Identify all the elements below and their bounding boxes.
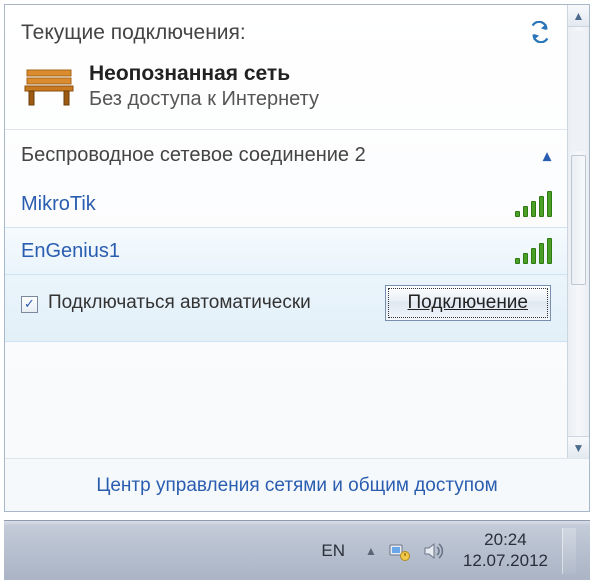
bench-icon bbox=[21, 64, 77, 108]
current-connection-block: Неопознанная сеть Без доступа к Интернет… bbox=[5, 54, 567, 129]
tray-overflow-icon[interactable]: ▲ bbox=[365, 544, 377, 558]
refresh-icon[interactable] bbox=[529, 21, 551, 48]
language-indicator[interactable]: EN bbox=[321, 541, 345, 561]
signal-strength-icon bbox=[515, 191, 551, 217]
content-area: Текущие подключения: Неопознанна bbox=[5, 5, 567, 458]
current-connection-text: Неопознанная сеть Без доступа к Интернет… bbox=[89, 62, 319, 111]
clock-time: 20:24 bbox=[463, 530, 548, 550]
connect-area: ✓ Подключаться автоматически Подключение bbox=[5, 275, 567, 342]
network-flyout: Текущие подключения: Неопознанна bbox=[4, 4, 590, 512]
clock[interactable]: 20:24 12.07.2012 bbox=[463, 530, 548, 571]
chevron-up-icon: ▴ bbox=[543, 146, 551, 166]
network-name: EnGenius1 bbox=[21, 240, 515, 263]
network-center-link[interactable]: Центр управления сетями и общим доступом bbox=[96, 475, 497, 496]
show-desktop-button[interactable] bbox=[562, 528, 576, 574]
volume-tray-icon[interactable] bbox=[423, 541, 445, 561]
network-tray-icon[interactable] bbox=[389, 541, 411, 561]
current-network-status: Без доступа к Интернету bbox=[89, 88, 319, 111]
current-network-name: Неопознанная сеть bbox=[89, 62, 319, 86]
current-connections-title: Текущие подключения: bbox=[21, 21, 529, 45]
scroll-track bbox=[571, 31, 586, 151]
network-row-engenius1[interactable]: EnGenius1 bbox=[5, 227, 567, 275]
clock-date: 12.07.2012 bbox=[463, 551, 548, 571]
adapter-section-header[interactable]: Беспроводное сетевое соединение 2 ▴ bbox=[5, 130, 567, 181]
popup-inner: Текущие подключения: Неопознанна bbox=[5, 5, 589, 458]
header-row: Текущие подключения: bbox=[5, 5, 567, 54]
scroll-thumb[interactable] bbox=[571, 155, 586, 285]
auto-connect-label: Подключаться автоматически bbox=[48, 292, 385, 315]
scroll-up-arrow-icon[interactable]: ▲ bbox=[568, 5, 589, 27]
taskbar: EN ▲ 20:24 12.07.2012 bbox=[4, 520, 590, 580]
signal-strength-icon bbox=[515, 238, 551, 264]
network-row-mikrotik[interactable]: MikroTik bbox=[5, 181, 567, 227]
network-name: MikroTik bbox=[21, 193, 515, 216]
footer: Центр управления сетями и общим доступом bbox=[5, 458, 589, 511]
scrollbar[interactable]: ▲ ▼ bbox=[567, 5, 589, 458]
connect-button[interactable]: Подключение bbox=[385, 285, 551, 321]
adapter-label: Беспроводное сетевое соединение 2 bbox=[21, 144, 543, 167]
auto-connect-checkbox[interactable]: ✓ bbox=[21, 296, 38, 313]
scroll-down-arrow-icon[interactable]: ▼ bbox=[568, 436, 589, 458]
